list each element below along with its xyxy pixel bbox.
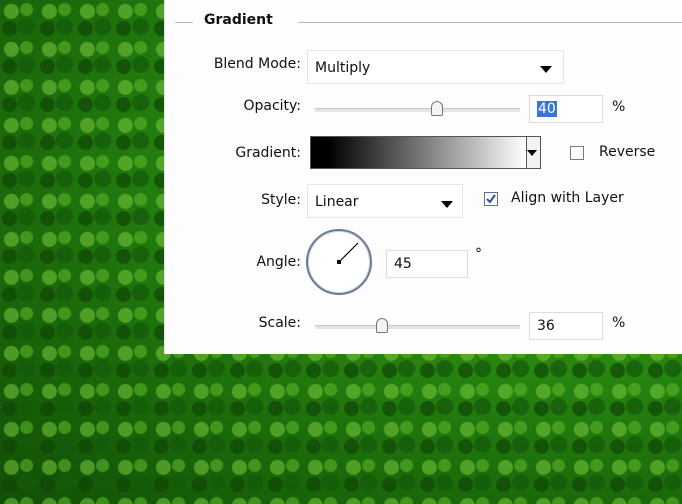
blend-mode-select[interactable]: Multiply xyxy=(307,50,564,84)
scale-input[interactable]: 36 xyxy=(529,312,603,340)
reverse-label: Reverse xyxy=(599,144,656,160)
angle-dial[interactable] xyxy=(306,229,372,295)
gradient-picker-button[interactable] xyxy=(527,136,541,169)
gradient-preview[interactable] xyxy=(310,136,527,169)
angle-dial-indicator-icon xyxy=(337,242,359,264)
opacity-input[interactable]: 40 xyxy=(529,95,603,123)
opacity-value: 40 xyxy=(537,101,557,117)
group-divider xyxy=(175,22,193,23)
chevron-down-icon xyxy=(540,66,552,73)
scale-slider-handle[interactable] xyxy=(375,318,388,333)
blend-mode-label: Blend Mode: xyxy=(213,56,301,72)
angle-label: Angle: xyxy=(256,254,301,270)
align-with-layer-checkbox[interactable] xyxy=(484,192,498,206)
opacity-label: Opacity: xyxy=(243,98,301,114)
gradient-label: Gradient: xyxy=(235,145,301,161)
scale-value: 36 xyxy=(537,318,555,334)
opacity-slider-track[interactable] xyxy=(315,108,520,112)
scale-label: Scale: xyxy=(258,315,301,331)
style-value: Linear xyxy=(315,194,359,210)
align-with-layer-label: Align with Layer xyxy=(511,190,624,206)
blend-mode-value: Multiply xyxy=(315,60,371,76)
group-divider xyxy=(298,22,682,23)
opacity-slider-handle[interactable] xyxy=(431,101,443,116)
style-select[interactable]: Linear xyxy=(307,184,463,218)
angle-value: 45 xyxy=(394,256,412,272)
opacity-unit: % xyxy=(612,99,626,115)
checkmark-icon xyxy=(486,194,496,204)
scale-slider-track[interactable] xyxy=(315,325,520,329)
scale-unit: % xyxy=(612,315,626,331)
chevron-down-icon xyxy=(441,201,453,208)
gradient-overlay-panel: Gradient Blend Mode: Multiply Opacity: 4… xyxy=(164,0,682,354)
reverse-checkbox[interactable] xyxy=(570,146,584,160)
angle-input[interactable]: 45 xyxy=(386,250,468,278)
style-label: Style: xyxy=(261,192,301,208)
section-title: Gradient xyxy=(200,12,277,28)
chevron-down-icon xyxy=(527,150,537,156)
degree-unit: ° xyxy=(475,246,482,262)
